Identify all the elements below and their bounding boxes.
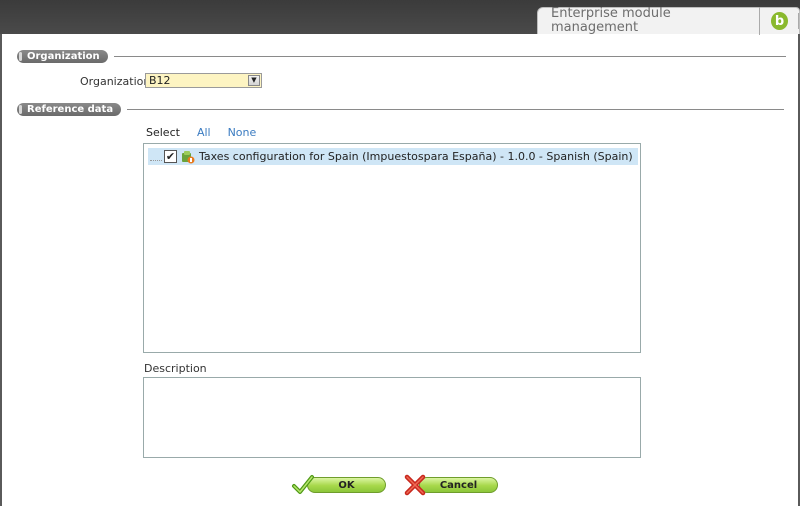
organization-value: B12 [149, 74, 171, 87]
section-divider [113, 55, 786, 57]
tree-connector [150, 160, 162, 161]
window-tab: Enterprise module management b [537, 7, 800, 35]
openbravo-logo-icon: b [770, 12, 789, 30]
select-row: Select All None [146, 126, 256, 139]
select-label: Select [146, 126, 180, 139]
left-border [0, 34, 2, 506]
tree-item-label: Taxes configuration for Spain (Impuestos… [199, 150, 633, 163]
ok-button[interactable]: OK [291, 475, 386, 494]
select-none-link[interactable]: None [228, 126, 257, 139]
cancel-button-label: Cancel [419, 477, 498, 493]
window-title: Enterprise module management [551, 7, 760, 35]
checkmark-icon [292, 475, 314, 494]
cancel-button[interactable]: Cancel [403, 474, 498, 496]
description-box [143, 377, 641, 458]
ok-button-label: OK [307, 477, 386, 493]
description-label: Description [144, 362, 207, 375]
organization-section-header: Organization [17, 49, 786, 63]
section-divider [127, 108, 785, 110]
reference-data-section-header: Reference data [17, 102, 785, 116]
reference-data-tree[interactable]: ✔ Taxes configuration for Spain (Impuest… [143, 143, 641, 353]
tree-item[interactable]: ✔ Taxes configuration for Spain (Impuest… [148, 148, 638, 165]
chevron-down-icon[interactable]: ▼ [248, 75, 260, 86]
module-icon [182, 150, 195, 163]
section-title: Reference data [17, 102, 122, 116]
item-checkbox[interactable]: ✔ [164, 150, 177, 163]
close-icon [404, 474, 426, 496]
organization-select[interactable]: B12 ▼ [145, 73, 262, 88]
tab-divider [798, 13, 799, 29]
section-title: Organization [17, 49, 108, 63]
organization-label: Organization [80, 75, 151, 88]
select-all-link[interactable]: All [197, 126, 211, 139]
